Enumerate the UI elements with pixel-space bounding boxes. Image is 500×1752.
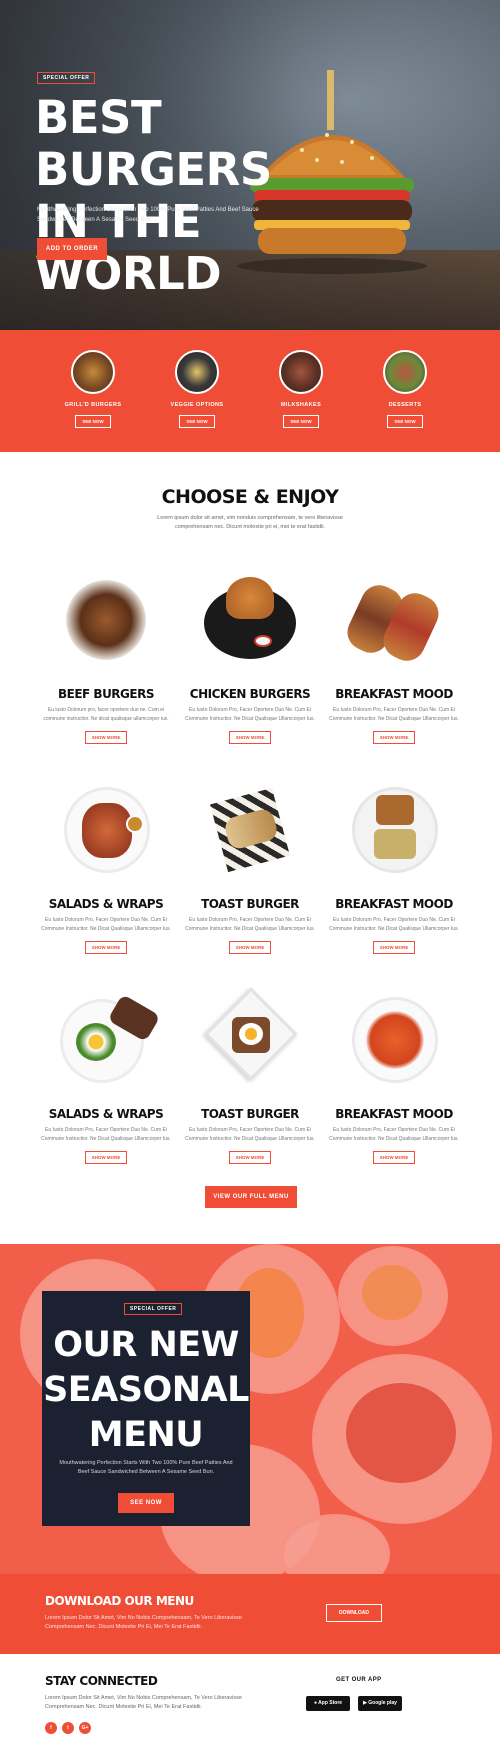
menu-item-salads-wraps: SALADS & WRAPS Eu Iusto Dolorum Pro, Fac… (38, 785, 174, 954)
salads-wraps-image (56, 785, 156, 875)
category-thumbnail (279, 350, 323, 394)
see-now-button[interactable]: SEE NOW (387, 415, 423, 428)
google-play-button[interactable]: ▶ Google play (358, 1696, 402, 1711)
seasonal-title: OUR NEW SEASONAL MENU (43, 1325, 249, 1455)
hero-title: BEST BURGERS IN THE WORLD (35, 91, 272, 300)
hero-section: SPECIAL OFFER BEST BURGERS IN THE WORLD … (0, 0, 500, 330)
chicken-burgers-image (200, 575, 300, 665)
footer: STAY CONNECTED Lorem Ipsum Dolor Sit Ame… (0, 1654, 500, 1752)
menu-item-chicken-burgers: CHICKEN BURGERS Eu Iusto Dolorum Pro, Fa… (182, 575, 318, 744)
see-now-button[interactable]: SEE NOW (75, 415, 111, 428)
app-store-button[interactable]: ● App Store (306, 1696, 350, 1711)
google-plus-icon[interactable]: G+ (79, 1722, 91, 1734)
download-button[interactable]: DOWNLOAD (326, 1604, 382, 1622)
category-thumbnail (175, 350, 219, 394)
menu-item-toast-burger: TOAST BURGER Eu Iusto Dolorum Pro, Facer… (182, 785, 318, 954)
show-more-button[interactable]: SHOW MORE (372, 731, 416, 744)
twitter-icon[interactable]: t (62, 1722, 74, 1734)
show-more-button[interactable]: SHOW MORE (228, 731, 272, 744)
category-band: GRILL'D BURGERS SEE NOW VEGGIE OPTIONS S… (0, 330, 500, 452)
download-title: DOWNLOAD OUR MENU (45, 1594, 194, 1608)
show-more-button[interactable]: SHOW MORE (84, 731, 128, 744)
stay-connected-title: STAY CONNECTED (45, 1674, 158, 1688)
show-more-button[interactable]: SHOW MORE (84, 941, 128, 954)
toast-burger-image (200, 785, 300, 875)
facebook-icon[interactable]: f (45, 1722, 57, 1734)
show-more-button[interactable]: SHOW MORE (84, 1151, 128, 1164)
menu-item-breakfast-mood: BREAKFAST MOOD Eu Iusto Dolorum Pro, Fac… (326, 575, 462, 744)
see-now-button[interactable]: SEE NOW (283, 415, 319, 428)
see-now-button[interactable]: SEE NOW (118, 1493, 174, 1513)
stay-connected-subtitle: Lorem Ipsum Dolor Sit Amet, Vim No Nobis… (45, 1695, 242, 1710)
show-more-button[interactable]: SHOW MORE (228, 1151, 272, 1164)
category-veggie-options[interactable]: VEGGIE OPTIONS SEE NOW (152, 350, 242, 428)
menu-item-breakfast-mood: BREAKFAST MOOD Eu Iusto Dolorum Pro, Fac… (326, 785, 462, 954)
show-more-button[interactable]: SHOW MORE (372, 1151, 416, 1164)
menu-section-subtitle: Lorem ipsum dolor sit amet, vim nonduis … (157, 515, 343, 530)
view-full-menu-button[interactable]: VIEW OUR FULL MENU (205, 1186, 297, 1208)
category-thumbnail (71, 350, 115, 394)
seasonal-card: SPECIAL OFFER OUR NEW SEASONAL MENU Mout… (42, 1291, 250, 1526)
category-milkshakes[interactable]: MILKSHAKES SEE NOW (256, 350, 346, 428)
see-now-button[interactable]: SEE NOW (179, 415, 215, 428)
menu-item-salads-wraps: SALADS & WRAPS Eu Iusto Dolorum Pro, Fac… (38, 994, 174, 1164)
hero-subtitle: Mouthwatering Perfection Starts With Two… (37, 207, 259, 223)
category-grilled-burgers[interactable]: GRILL'D BURGERS SEE NOW (48, 350, 138, 428)
beef-burgers-image (56, 575, 156, 665)
show-more-button[interactable]: SHOW MORE (228, 941, 272, 954)
breakfast-mood-image (344, 995, 444, 1085)
breakfast-mood-image (341, 575, 445, 667)
menu-item-beef-burgers: BEEF BURGERS Eu iusto Dolorum pro, facer… (38, 575, 174, 744)
salads-wraps-image (56, 994, 161, 1085)
show-more-button[interactable]: SHOW MORE (372, 941, 416, 954)
add-to-order-button[interactable]: ADD TO ORDER (37, 238, 107, 260)
special-offer-badge: SPECIAL OFFER (37, 72, 96, 84)
breakfast-mood-image (344, 785, 444, 875)
download-subtitle: Lorem Ipsum Dolor Sit Amet, Vim No Nobis… (45, 1615, 242, 1630)
menu-item-toast-burger: TOAST BURGER Eu Iusto Dolorum Pro, Facer… (182, 987, 318, 1164)
special-offer-badge: SPECIAL OFFER (124, 1303, 183, 1315)
menu-item-breakfast-mood: BREAKFAST MOOD Eu Iusto Dolorum Pro, Fac… (326, 995, 462, 1164)
category-desserts[interactable]: DESSERTS SEE NOW (360, 350, 450, 428)
get-app-title: GET OUR APP (336, 1677, 382, 1683)
download-band: DOWNLOAD OUR MENU Lorem Ipsum Dolor Sit … (0, 1574, 500, 1654)
toast-burger-image (200, 987, 300, 1085)
category-thumbnail (383, 350, 427, 394)
menu-section-title: CHOOSE & ENJOY (161, 486, 339, 508)
seasonal-subtitle: Mouthwatering Perfection Starts With Two… (59, 1460, 233, 1475)
